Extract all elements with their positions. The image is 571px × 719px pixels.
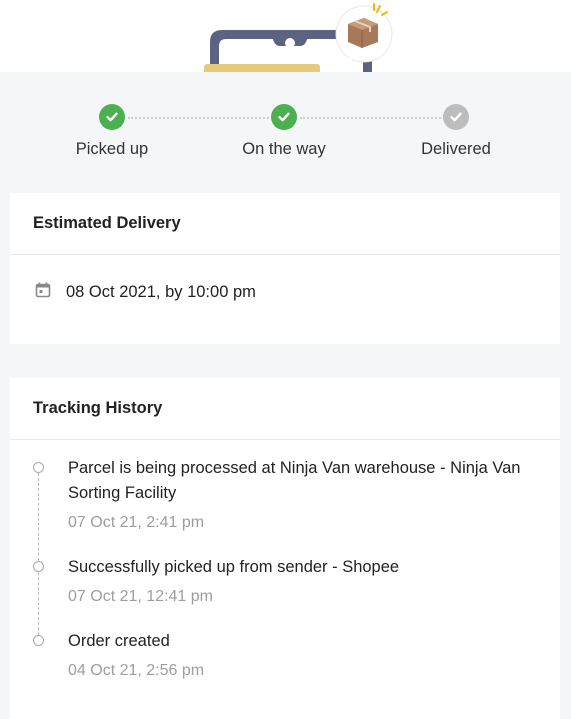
history-event: Successfully picked up from sender - Sho… <box>68 555 548 609</box>
delivery-date-row: 08 Oct 2021, by 10:00 pm <box>34 281 256 304</box>
check-icon <box>443 104 469 130</box>
timeline-node <box>33 462 44 473</box>
timeline-line <box>38 468 39 640</box>
timeline-node <box>33 561 44 572</box>
history-event: Order created 04 Oct 21, 2:56 pm <box>68 629 548 683</box>
event-description: Parcel is being processed at Ninja Van w… <box>68 459 521 502</box>
event-description: Successfully picked up from sender - Sho… <box>68 558 400 576</box>
calendar-icon <box>34 281 52 304</box>
step-label: Picked up <box>75 140 149 158</box>
delivery-progress: Picked up On the way Delivered <box>0 96 571 176</box>
check-icon <box>271 104 297 130</box>
step-label: Delivered <box>421 140 491 158</box>
card-title: Tracking History <box>10 378 560 440</box>
check-icon <box>99 104 125 130</box>
history-event: Parcel is being processed at Ninja Van w… <box>68 456 548 535</box>
delivery-datetime: 08 Oct 2021, by 10:00 pm <box>66 283 256 301</box>
estimated-delivery-card: Estimated Delivery 08 Oct 2021, by 10:00… <box>10 193 560 344</box>
timeline-node <box>33 635 44 646</box>
card-title: Estimated Delivery <box>10 193 560 255</box>
event-description: Order created <box>68 632 170 650</box>
step-label: On the way <box>242 140 326 158</box>
step-picked-up: Picked up <box>32 104 192 159</box>
phone-parcel-illustration <box>204 3 393 72</box>
tracking-history-card: Tracking History Parcel is being process… <box>10 378 560 719</box>
step-on-the-way: On the way <box>204 104 364 159</box>
hero-illustration <box>0 0 571 72</box>
step-delivered: Delivered <box>376 104 536 159</box>
event-timestamp: 04 Oct 21, 2:56 pm <box>68 662 205 679</box>
event-timestamp: 07 Oct 21, 2:41 pm <box>68 514 205 531</box>
event-timestamp: 07 Oct 21, 12:41 pm <box>68 588 213 605</box>
